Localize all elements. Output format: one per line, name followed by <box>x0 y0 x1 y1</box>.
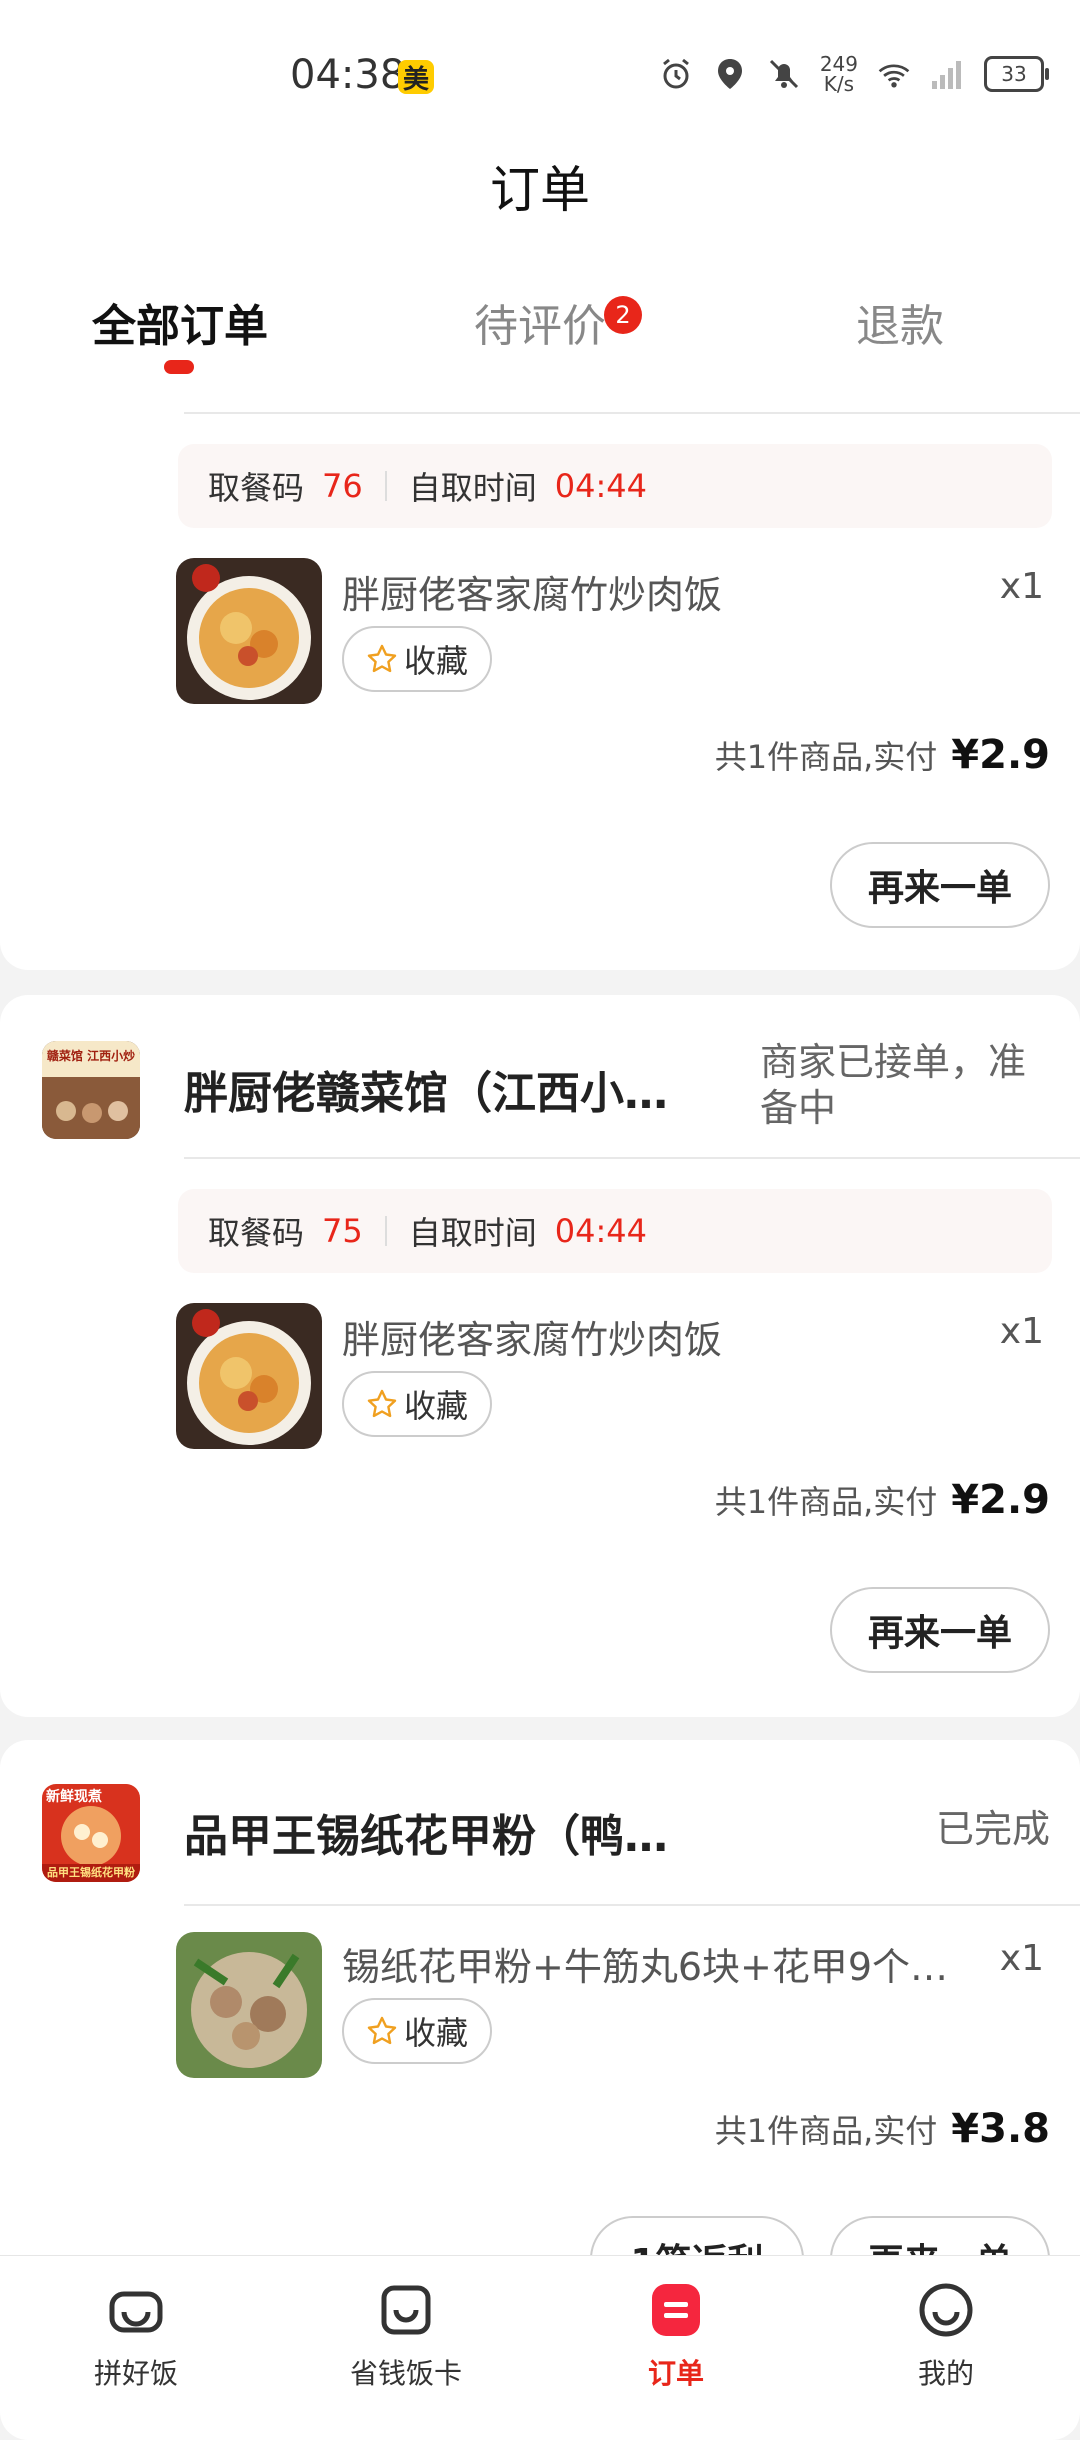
pickup-code: 76 <box>322 467 363 505</box>
paid-price: ¥3.8 <box>951 2106 1050 2152</box>
page-title: 订单 <box>490 161 590 219</box>
net-speed-value: 249 <box>819 52 858 76</box>
item-quantity: x1 <box>999 566 1044 607</box>
shop-sign-text: 赣菜馆 江西小炒 <box>46 1049 136 1063</box>
shop-name[interactable]: 胖厨佬赣菜馆（江西小… <box>184 1057 668 1121</box>
nav-label: 订单 <box>647 2357 704 2390</box>
item-quantity: x1 <box>999 1938 1044 1979</box>
nav-savings-card[interactable]: 省钱饭卡 <box>326 2256 486 2401</box>
pickup-code-label: 取餐码 <box>208 469 305 507</box>
order-status: 已完成 <box>935 1807 1050 1851</box>
order-summary: 共1件商品,实付 ¥3.8 <box>715 2106 1050 2152</box>
pickup-separator <box>384 1216 387 1246</box>
status-line-2: 备中 <box>760 1086 837 1130</box>
tab-to-review[interactable]: 待评价 <box>474 290 606 354</box>
order-summary: 共1件商品,实付 ¥2.9 <box>715 1477 1050 1523</box>
order-summary: 共1件商品,实付 ¥2.9 <box>715 732 1050 778</box>
profile-icon <box>919 2283 973 2337</box>
order-card-1[interactable]: 取餐码 76 自取时间 04:44 胖厨佬客家腐竹炒肉饭 x1 收藏 共1件商品… <box>0 330 1080 970</box>
status-icons: 249 K/s 33 <box>658 54 1049 94</box>
pickup-code-label: 取餐码 <box>208 1214 305 1252</box>
favorite-label: 收藏 <box>403 2014 468 2052</box>
reorder-button[interactable]: 再来一单 <box>830 1587 1050 1673</box>
card-divider <box>184 1157 1080 1159</box>
nav-label: 省钱饭卡 <box>349 2357 462 2390</box>
favorite-button[interactable]: 收藏 <box>342 1998 492 2064</box>
wifi-icon <box>876 56 912 92</box>
star-icon <box>367 644 397 673</box>
meituan-notification-icon: 美 <box>398 60 434 95</box>
net-speed-unit: K/s <box>823 72 855 96</box>
orders-icon <box>652 2284 700 2336</box>
favorite-label: 收藏 <box>403 642 468 680</box>
shop-thumb-text-bottom: 品甲王锡纸花甲粉 <box>47 1866 135 1879</box>
active-tab-indicator <box>164 360 194 374</box>
network-speed: 249 K/s <box>820 54 858 94</box>
favorite-label: 收藏 <box>403 1387 468 1425</box>
alarm-icon <box>658 56 694 92</box>
paid-price: ¥2.9 <box>951 1477 1050 1523</box>
summary-text: 共1件商品,实付 <box>714 1483 938 1521</box>
food-image[interactable] <box>176 558 322 704</box>
food-item-name: 锡纸花甲粉+牛筋丸6块+花甲9个… <box>342 1945 949 1989</box>
pickup-time-label: 自取时间 <box>408 1214 537 1252</box>
card-divider <box>184 1904 1080 1906</box>
order-status: 商家已接单，准 备中 <box>760 1039 1050 1131</box>
status-time: 04:38 <box>290 52 406 98</box>
favorite-button[interactable]: 收藏 <box>342 626 492 692</box>
shop-thumb-text-top: 新鲜现煮 <box>46 1789 102 1805</box>
paid-price: ¥2.9 <box>951 732 1050 778</box>
pickup-time: 04:44 <box>554 467 647 505</box>
nav-label: 拼好饭 <box>93 2357 178 2390</box>
pickup-separator <box>384 471 387 501</box>
nav-profile[interactable]: 我的 <box>866 2256 1026 2401</box>
battery-indicator: 33 <box>984 56 1049 92</box>
nav-pinhaofan[interactable]: 拼好饭 <box>56 2256 216 2401</box>
order-tabs: 全部订单 待评价 退款 <box>0 280 1080 374</box>
star-icon <box>367 2016 397 2045</box>
location-icon <box>712 56 748 92</box>
favorite-button[interactable]: 收藏 <box>342 1371 492 1437</box>
pickup-info: 取餐码 76 自取时间 04:44 <box>178 444 1052 528</box>
nav-orders[interactable]: 订单 <box>596 2256 756 2401</box>
star-icon <box>367 1389 397 1418</box>
tab-all-orders[interactable]: 全部订单 <box>92 290 268 354</box>
summary-text: 共1件商品,实付 <box>714 738 938 776</box>
shop-name[interactable]: 品甲王锡纸花甲粉（鸭… <box>184 1800 668 1864</box>
food-image[interactable] <box>176 1303 322 1449</box>
card-divider <box>184 412 1080 414</box>
reorder-button[interactable]: 再来一单 <box>830 842 1050 928</box>
pickup-code: 75 <box>322 1212 363 1250</box>
card-icon <box>381 2285 431 2335</box>
pickup-info: 取餐码 75 自取时间 04:44 <box>178 1189 1052 1273</box>
tab-refund[interactable]: 退款 <box>856 290 944 354</box>
shop-thumbnail[interactable]: 新鲜现煮 品甲王锡纸花甲粉 <box>42 1784 140 1882</box>
mute-bell-icon <box>766 56 802 92</box>
nav-label: 我的 <box>917 2357 974 2390</box>
food-image[interactable] <box>176 1932 322 2078</box>
summary-text: 共1件商品,实付 <box>714 2112 938 2150</box>
shop-thumbnail[interactable]: 赣菜馆 江西小炒 <box>42 1041 140 1139</box>
bottom-navigation: 拼好饭 省钱饭卡 订单 我的 <box>0 2255 1080 2401</box>
pickup-time-label: 自取时间 <box>408 469 537 507</box>
order-card-2[interactable]: 赣菜馆 江西小炒 胖厨佬赣菜馆（江西小… 商家已接单，准 备中 取餐码 75 自… <box>0 995 1080 1717</box>
status-bar: 04:38 美 249 K/s 33 <box>0 0 1080 160</box>
to-review-count-badge: 2 <box>604 296 642 334</box>
top-header-area: 04:38 美 249 K/s 33 订单 全部订单 待评价 退款 2 <box>0 0 1080 390</box>
pinhaofan-icon <box>109 2291 163 2333</box>
pickup-time: 04:44 <box>554 1212 647 1250</box>
item-quantity: x1 <box>999 1311 1044 1352</box>
status-line-1: 商家已接单，准 <box>760 1040 1027 1084</box>
food-item-name: 胖厨佬客家腐竹炒肉饭 <box>342 1318 723 1362</box>
food-item-name: 胖厨佬客家腐竹炒肉饭 <box>342 573 723 617</box>
signal-icon <box>930 56 966 92</box>
